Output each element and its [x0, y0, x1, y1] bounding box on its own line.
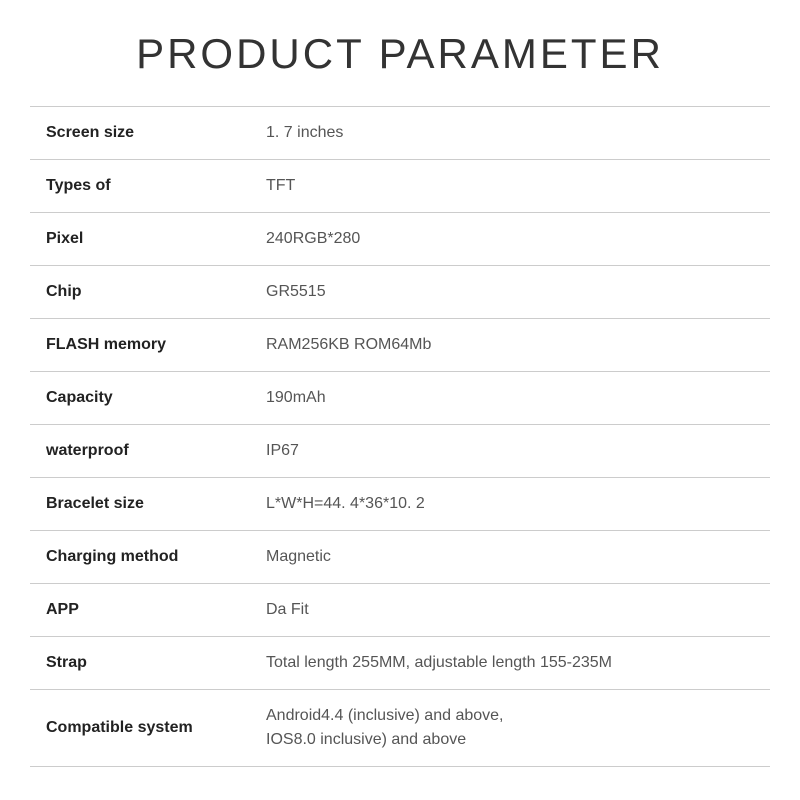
table-row: Charging methodMagnetic	[30, 531, 770, 584]
param-label: FLASH memory	[30, 319, 250, 372]
table-row: ChipGR5515	[30, 266, 770, 319]
param-label: Chip	[30, 266, 250, 319]
page-title: PRODUCT PARAMETER	[136, 30, 664, 78]
table-row: Compatible systemAndroid4.4 (inclusive) …	[30, 690, 770, 767]
params-table: Screen size1. 7 inchesTypes ofTFTPixel24…	[30, 106, 770, 767]
param-label: APP	[30, 584, 250, 637]
table-row: StrapTotal length 255MM, adjustable leng…	[30, 637, 770, 690]
param-value: TFT	[250, 160, 770, 213]
table-row: FLASH memoryRAM256KB ROM64Mb	[30, 319, 770, 372]
param-label: Capacity	[30, 372, 250, 425]
param-label: Pixel	[30, 213, 250, 266]
param-value: 1. 7 inches	[250, 107, 770, 160]
param-value: 190mAh	[250, 372, 770, 425]
param-value: RAM256KB ROM64Mb	[250, 319, 770, 372]
param-value: Da Fit	[250, 584, 770, 637]
param-value: GR5515	[250, 266, 770, 319]
param-label: Types of	[30, 160, 250, 213]
param-value: 240RGB*280	[250, 213, 770, 266]
table-row: Bracelet sizeL*W*H=44. 4*36*10. 2	[30, 478, 770, 531]
table-row: Pixel240RGB*280	[30, 213, 770, 266]
param-label: Compatible system	[30, 690, 250, 767]
param-value: L*W*H=44. 4*36*10. 2	[250, 478, 770, 531]
param-value: IP67	[250, 425, 770, 478]
table-row: Capacity190mAh	[30, 372, 770, 425]
table-row: APPDa Fit	[30, 584, 770, 637]
table-row: Types ofTFT	[30, 160, 770, 213]
param-value: Total length 255MM, adjustable length 15…	[250, 637, 770, 690]
param-label: waterproof	[30, 425, 250, 478]
param-value: Magnetic	[250, 531, 770, 584]
table-row: Screen size1. 7 inches	[30, 107, 770, 160]
param-label: Bracelet size	[30, 478, 250, 531]
table-row: waterproofIP67	[30, 425, 770, 478]
param-label: Charging method	[30, 531, 250, 584]
param-label: Screen size	[30, 107, 250, 160]
param-value: Android4.4 (inclusive) and above,IOS8.0 …	[250, 690, 770, 767]
param-label: Strap	[30, 637, 250, 690]
